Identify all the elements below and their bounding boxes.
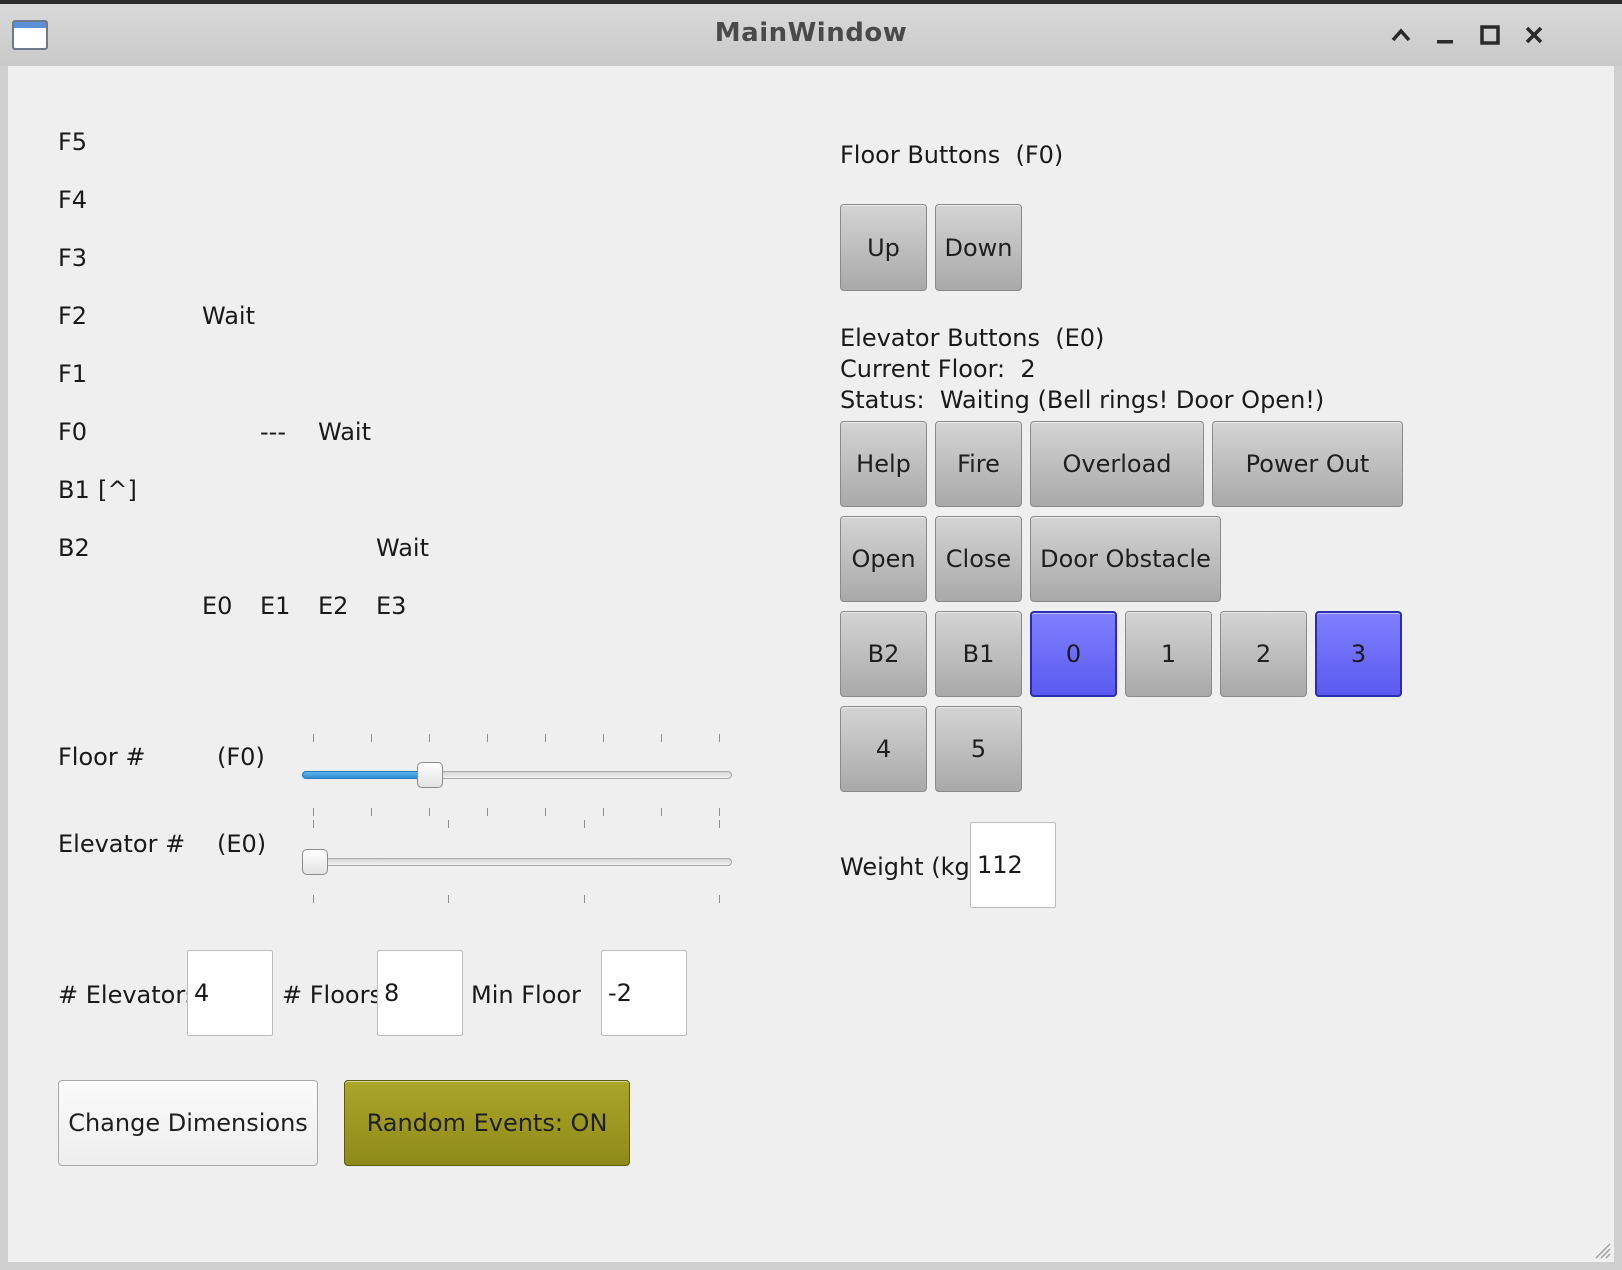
floors-count-input[interactable]: 8 — [377, 950, 463, 1036]
overload-button[interactable]: Overload — [1030, 421, 1204, 507]
elevator-slider-tick — [719, 820, 720, 828]
floor-slider-tick — [313, 808, 314, 816]
current-floor-text: Current Floor: 2 — [840, 355, 1036, 383]
floor-slider-tick — [719, 808, 720, 816]
floor-label-f3: F3 — [58, 244, 88, 272]
floor-button-b2[interactable]: B2 — [840, 611, 927, 697]
floor-slider-tick — [661, 734, 662, 742]
floors-count-label: # Floors — [282, 981, 382, 1009]
elevator-slider-tick — [583, 895, 585, 903]
floor-slider-tick — [603, 808, 604, 816]
floor-button-5[interactable]: 5 — [935, 706, 1022, 792]
change-dimensions-button[interactable]: Change Dimensions — [58, 1080, 318, 1166]
floor-label-f5: F5 — [58, 128, 88, 156]
floor-slider-tick — [429, 734, 430, 742]
elevator-slider-groove — [302, 858, 732, 866]
floor-button-2[interactable]: 2 — [1220, 611, 1307, 697]
elevator-buttons-title: Elevator Buttons (E0) — [840, 324, 1105, 352]
elevator-selector-label: Elevator # — [58, 830, 186, 858]
random-events-toggle[interactable]: Random Events: ON — [344, 1080, 630, 1166]
close-door-button[interactable]: Close — [935, 516, 1022, 602]
floor-button-1[interactable]: 1 — [1125, 611, 1212, 697]
elevator-slider-tick — [719, 895, 720, 903]
door-obstacle-button[interactable]: Door Obstacle — [1030, 516, 1221, 602]
floor-label-f2: F2 — [58, 302, 88, 330]
close-icon[interactable] — [1517, 18, 1551, 52]
floor-slider-tick — [545, 734, 546, 742]
title-bar: MainWindow — [0, 0, 1622, 66]
elevator-label-e2: E2 — [318, 592, 349, 620]
elevator-slider-handle[interactable] — [302, 849, 328, 875]
floor-slider-tick — [487, 734, 488, 742]
elevator-slider-tick — [583, 820, 585, 828]
min-floor-input[interactable]: -2 — [601, 950, 687, 1036]
floor-slider-tick — [371, 734, 372, 742]
floor-slider-tick — [313, 734, 314, 742]
floor-button-4[interactable]: 4 — [840, 706, 927, 792]
fire-button[interactable]: Fire — [935, 421, 1022, 507]
floor-button-b1[interactable]: B1 — [935, 611, 1022, 697]
maximize-icon[interactable] — [1473, 18, 1507, 52]
floor-slider-tick — [545, 808, 546, 816]
weight-input[interactable]: 112 — [970, 822, 1056, 908]
status-text: Status: Waiting (Bell rings! Door Open!) — [840, 386, 1325, 414]
elevator-e2-state: Wait — [318, 418, 371, 446]
floor-slider-tick — [603, 734, 604, 742]
elevators-count-label: # Elevators — [58, 981, 198, 1009]
elevator-e1-state: --- — [260, 418, 286, 446]
floor-slider-tick — [371, 808, 372, 816]
help-button[interactable]: Help — [840, 421, 927, 507]
elevator-slider-tick — [313, 820, 314, 828]
elevator-slider-tick — [313, 895, 314, 903]
elevators-count-input[interactable]: 4 — [187, 950, 273, 1036]
elevator-label-e1: E1 — [260, 592, 291, 620]
power-out-button[interactable]: Power Out — [1212, 421, 1403, 507]
open-door-button[interactable]: Open — [840, 516, 927, 602]
weight-label: Weight (kg) — [840, 853, 980, 881]
resize-grip-icon[interactable] — [1592, 1240, 1612, 1260]
floor-label-f4: F4 — [58, 186, 88, 214]
up-button[interactable]: Up — [840, 204, 927, 291]
floor-label-f1: F1 — [58, 360, 88, 388]
floor-slider-tick — [487, 808, 488, 816]
elevator-slider-tick — [448, 820, 450, 828]
min-floor-label: Min Floor — [471, 981, 581, 1009]
window-title: MainWindow — [714, 18, 908, 48]
floor-button-0[interactable]: 0 — [1030, 611, 1117, 697]
floor-label-b2: B2 — [58, 534, 90, 562]
floor-slider-tick — [719, 734, 720, 742]
floor-buttons-title: Floor Buttons (F0) — [840, 141, 1064, 169]
floor-slider-tick — [429, 808, 430, 816]
floor-slider-tick — [661, 808, 662, 816]
floor-slider[interactable] — [300, 760, 734, 790]
floor-slider-handle[interactable] — [417, 762, 444, 788]
floor-slider-fill — [302, 771, 433, 779]
floor-label-f0: F0 — [58, 418, 88, 446]
down-button[interactable]: Down — [935, 204, 1022, 291]
elevator-selector-value: (E0) — [217, 830, 267, 858]
minimize-icon[interactable] — [1428, 18, 1462, 52]
elevator-slider-tick — [448, 895, 450, 903]
elevator-label-e0: E0 — [202, 592, 233, 620]
chevron-up-icon[interactable] — [1384, 18, 1418, 52]
floor-selector-value: (F0) — [217, 743, 265, 771]
call-marker-b1: [^] — [98, 476, 137, 504]
floor-selector-label: Floor # — [58, 743, 146, 771]
floor-label-b1: B1 — [58, 476, 90, 504]
elevator-label-e3: E3 — [376, 592, 407, 620]
elevator-e0-state: Wait — [202, 302, 255, 330]
elevator-slider[interactable] — [300, 848, 734, 878]
elevator-e3-state: Wait — [376, 534, 429, 562]
floor-button-3[interactable]: 3 — [1315, 611, 1402, 697]
